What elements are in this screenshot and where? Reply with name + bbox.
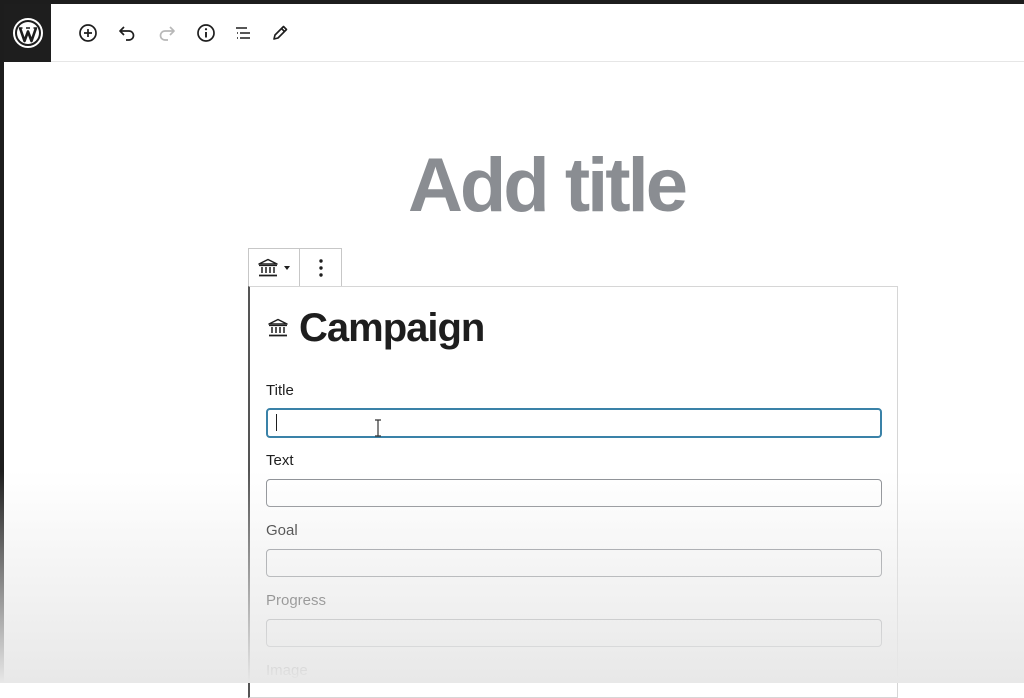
block-heading: Campaign (267, 305, 485, 351)
block-type-switcher[interactable] (249, 249, 300, 287)
list-view-icon (236, 27, 250, 39)
plus-circle-icon (79, 24, 97, 42)
goal-field-label: Goal (266, 522, 298, 539)
more-options-button[interactable] (300, 249, 341, 287)
editor-toolbar (4, 4, 1024, 62)
bank-icon (258, 258, 278, 277)
block-title: Campaign (299, 305, 485, 350)
pencil-icon (273, 25, 288, 40)
text-field-label: Text (266, 452, 294, 469)
title-input[interactable] (266, 408, 882, 438)
progress-input[interactable] (266, 619, 882, 647)
wordpress-logo-icon (12, 18, 43, 48)
post-title-field[interactable]: Add title (408, 138, 748, 233)
caret-down-icon (284, 266, 290, 270)
info-icon (197, 24, 215, 42)
text-caret (276, 414, 277, 431)
tools-button[interactable] (267, 20, 293, 46)
wordpress-logo-button[interactable] (4, 4, 51, 62)
goal-input[interactable] (266, 549, 882, 577)
window-frame-left (0, 0, 4, 683)
block-toolbar (248, 248, 342, 287)
more-vertical-icon (318, 259, 323, 277)
details-button[interactable] (193, 20, 219, 46)
text-input[interactable] (266, 479, 882, 507)
add-block-button[interactable] (75, 20, 101, 46)
title-field-label: Title (266, 382, 294, 399)
undo-button[interactable] (114, 20, 140, 46)
list-view-button[interactable] (230, 20, 256, 46)
campaign-block[interactable]: Campaign Title Text Goal Progress Image (248, 286, 898, 698)
undo-icon (119, 26, 135, 41)
progress-field-label: Progress (266, 592, 327, 609)
redo-icon (159, 26, 175, 41)
redo-button[interactable] (154, 20, 180, 46)
ibeam-cursor-icon (375, 419, 381, 437)
bank-icon (268, 318, 288, 337)
image-field-label: Image (266, 662, 308, 679)
